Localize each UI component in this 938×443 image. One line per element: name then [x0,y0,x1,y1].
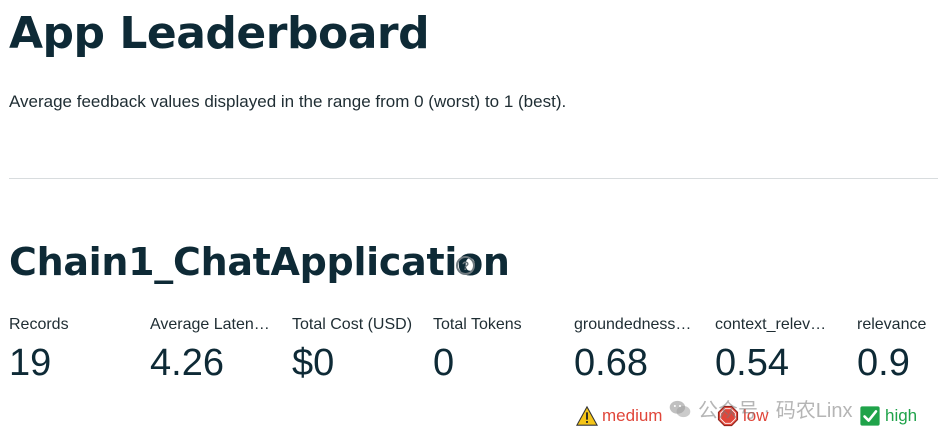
metric-value: 4.26 [150,342,224,384]
watermark: 公众号 · 码农Linx [668,394,852,423]
metric-label: Total Tokens [433,316,522,333]
metric-value: 0.9 [857,342,910,384]
metric-label: groundedness… [574,316,692,333]
metric-label: Total Cost (USD) [292,316,413,333]
wechat-icon [669,400,691,417]
status-badge-high: high [859,404,917,428]
metric-label: relevance [857,316,927,333]
page-title: App Leaderboard [9,8,430,59]
metric-value: 19 [9,342,52,384]
metric-groundedness: groundedness… 0.68 [574,316,700,382]
divider [9,178,938,179]
status-text: high [885,406,918,425]
metric-label: Records [9,316,69,333]
status-text: medium [602,406,663,425]
metric-relevance: relevance 0.9 [857,316,938,382]
status-badge-medium: medium [576,404,662,428]
metric-context-relevance: context_relev… 0.54 [715,316,841,382]
metric-total-cost: Total Cost (USD) $0 [292,316,418,382]
app-title: Chain1_ChatApplication [9,240,510,284]
metric-records: Records 19 [9,316,135,382]
metric-average-latency: Average Laten… 4.26 [150,316,276,382]
metric-value: $0 [292,342,335,384]
metric-value: 0.68 [574,342,648,384]
watermark-text: 公众号 · 码农Linx [698,400,853,422]
warning-icon [576,405,598,426]
page-subtitle: Average feedback values displayed in the… [9,92,567,111]
metric-label: context_relev… [715,316,827,333]
metric-value: 0 [433,342,455,384]
metric-value: 0.54 [715,342,789,384]
metric-total-tokens: Total Tokens 0 [433,316,559,382]
help-icon[interactable]: ? [456,256,475,275]
metric-label: Average Laten… [150,316,270,333]
check-box-icon [860,406,880,426]
